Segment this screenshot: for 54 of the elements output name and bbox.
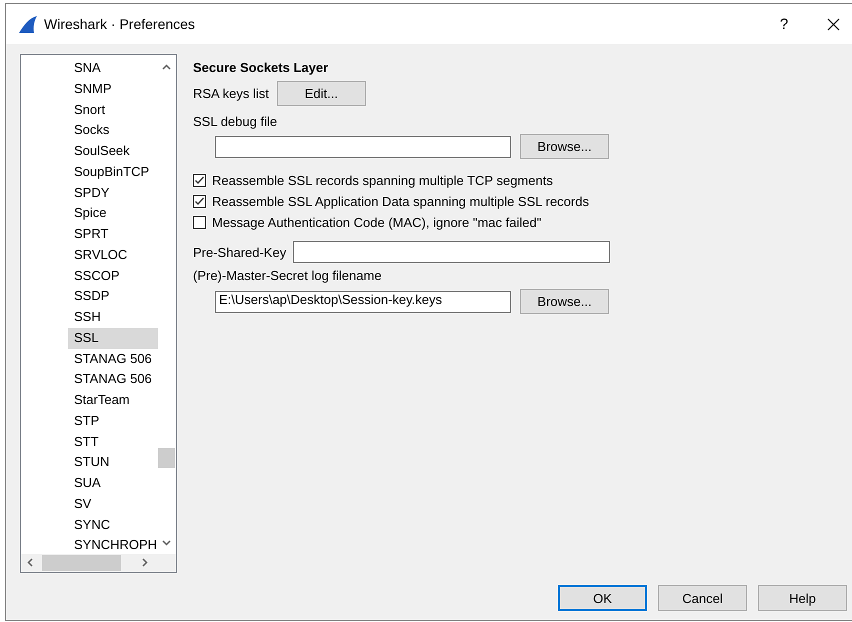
section-heading: Secure Sockets Layer [193,60,330,75]
tree-item[interactable]: SSH [68,307,107,328]
checkbox[interactable] [193,216,206,229]
file-path-field[interactable]: E:\Users\ap\Desktop\Session-key.keys [215,290,511,312]
window-title: Wireshark · Preferences [44,16,196,32]
tree-item[interactable]: SUA [68,473,107,494]
tree-item[interactable]: SPRT [68,224,114,245]
tree-item[interactable]: STANAG 506 [68,369,158,390]
scrollbar-thumb[interactable] [42,555,121,571]
edit-button[interactable]: Edit... [276,81,366,106]
field-label: RSA keys list [193,86,269,101]
checkbox-label: Reassemble SSL records spanning multiple TCP segments [212,173,553,188]
key-field[interactable] [293,241,610,263]
tree-item[interactable]: Socks [68,120,116,141]
scroll-left-icon[interactable] [27,558,33,567]
tree-item[interactable]: SNMP [68,78,118,100]
browse-button[interactable]: Browse... [520,289,609,314]
tree-item[interactable]: Spice [68,203,113,224]
tree-item[interactable]: StarTeam [68,390,136,411]
file-path-field[interactable] [215,136,511,158]
field-label: Pre-Shared-Key [193,244,286,260]
tree-item[interactable]: SSL [68,328,158,348]
field-label: SSL debug file [193,114,278,129]
tree-item[interactable]: SV [68,494,98,514]
field-label: (Pre)-Master-Secret log filename [193,268,383,283]
tree-item[interactable]: SNA [68,58,107,79]
tree-item[interactable]: STP [68,410,106,432]
browse-button[interactable]: Browse... [520,134,609,159]
tree-item[interactable]: STUN [68,452,116,473]
checkbox-label: Message Authentication Code (MAC), ignore "mac failed" [212,215,542,230]
help-button[interactable]: ? [774,16,794,32]
checkbox[interactable] [193,195,206,208]
scroll-up-icon[interactable] [162,64,171,70]
scroll-down-icon[interactable] [162,540,171,546]
tree-item[interactable]: SoupBinTCP [68,162,156,182]
tree-item[interactable]: Snort [68,100,112,120]
shark-fin-icon [18,15,38,33]
tree-item[interactable]: STT [68,432,105,452]
tree-item[interactable]: SSCOP [68,266,126,286]
dialog-button[interactable]: Cancel [658,585,747,611]
scrollbar-thumb[interactable] [158,448,175,468]
tree-item[interactable]: SRVLOC [68,244,134,266]
dialog-button[interactable]: OK [558,585,647,611]
tree-item[interactable]: SSDP [68,286,116,307]
tree-item[interactable]: SYNCHROPH [68,535,158,554]
tree-item[interactable]: STANAG 506 [68,348,158,370]
scroll-right-icon[interactable] [142,558,148,567]
checkbox-label: Reassemble SSL Application Data spanning multiple SSL records [212,194,589,209]
dialog-button[interactable]: Help [758,585,847,611]
close-icon[interactable] [827,18,840,30]
checkbox[interactable] [193,174,206,187]
tree-item[interactable]: SYNC [68,514,116,536]
tree-item[interactable]: SoulSeek [68,141,136,162]
tree-item[interactable]: SPDY [68,182,116,204]
